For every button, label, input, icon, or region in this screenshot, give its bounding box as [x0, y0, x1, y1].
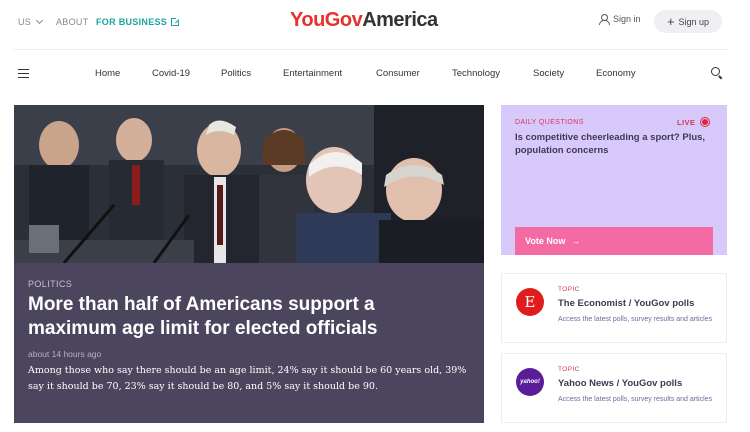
- vote-now-button[interactable]: Vote Now →: [515, 227, 713, 255]
- hearing-photo: [14, 105, 484, 263]
- hero-article[interactable]: POLITICS More than half of Americans sup…: [14, 105, 484, 423]
- hero-text-panel: POLITICS More than half of Americans sup…: [14, 263, 484, 423]
- search-icon[interactable]: [711, 67, 723, 79]
- nav-item-politics[interactable]: Politics: [221, 68, 251, 79]
- for-business-label: FOR BUSINESS: [96, 17, 168, 27]
- sign-in-label: Sign in: [613, 14, 641, 24]
- vote-now-label: Vote Now: [525, 236, 566, 246]
- yahoo-logo: yahoo!: [516, 368, 544, 396]
- topic-card-economist[interactable]: E TOPIC The Economist / YouGov polls Acc…: [501, 273, 727, 343]
- daily-questions-card[interactable]: DAILY QUESTIONS LIVE Is competitive chee…: [501, 105, 727, 255]
- site-logo[interactable]: YouGovAmerica: [290, 9, 438, 32]
- region-selector[interactable]: US: [18, 16, 44, 27]
- nav-item-economy[interactable]: Economy: [596, 68, 636, 79]
- topic-title[interactable]: Yahoo News / YouGov polls: [558, 378, 682, 389]
- sign-up-label: Sign up: [678, 16, 710, 27]
- hero-title[interactable]: More than half of Americans support a ma…: [28, 293, 448, 341]
- about-link[interactable]: ABOUT: [56, 17, 89, 27]
- nav-item-society[interactable]: Society: [533, 68, 564, 79]
- nav-item-consumer[interactable]: Consumer: [376, 68, 420, 79]
- nav-item-home[interactable]: Home: [95, 68, 120, 79]
- topic-description: Access the latest polls, survey results …: [558, 396, 713, 403]
- live-badge: LIVE: [677, 117, 711, 127]
- hamburger-menu-icon[interactable]: [18, 69, 29, 78]
- region-label: US: [18, 17, 32, 27]
- nav-item-technology[interactable]: Technology: [452, 68, 500, 79]
- hero-summary: Among those who say there should be an a…: [28, 365, 467, 392]
- sign-up-button[interactable]: + Sign up: [654, 10, 722, 33]
- daily-question[interactable]: Is competitive cheerleading a sport? Plu…: [515, 131, 715, 157]
- daily-questions-label: DAILY QUESTIONS: [515, 119, 584, 126]
- top-bar: US ABOUT FOR BUSINESS YouGovAmerica Sign…: [0, 0, 750, 46]
- logo-yougov: YouGov: [290, 9, 363, 31]
- logo-america: America: [362, 9, 438, 31]
- topic-title[interactable]: The Economist / YouGov polls: [558, 298, 694, 309]
- hero-category[interactable]: POLITICS: [28, 279, 72, 289]
- sign-in-button[interactable]: Sign in: [599, 14, 641, 25]
- topic-card-yahoo[interactable]: yahoo! TOPIC Yahoo News / YouGov polls A…: [501, 353, 727, 423]
- chevron-down-icon: [36, 16, 44, 25]
- arrow-right-icon: →: [571, 236, 581, 246]
- topic-label: TOPIC: [558, 366, 580, 373]
- economist-logo: E: [516, 288, 544, 316]
- user-icon: [599, 14, 610, 25]
- plus-icon: +: [666, 14, 675, 29]
- live-label: LIVE: [677, 117, 696, 127]
- nav-item-entertainment[interactable]: Entertainment: [283, 68, 342, 79]
- header-divider: [14, 49, 728, 50]
- nav-item-covid[interactable]: Covid-19: [152, 68, 190, 79]
- topic-description: Access the latest polls, survey results …: [558, 316, 713, 323]
- external-link-icon: [171, 17, 181, 26]
- live-dot-icon: [700, 117, 711, 127]
- topic-label: TOPIC: [558, 286, 580, 293]
- hero-image: [14, 105, 484, 263]
- hero-timestamp: about 14 hours ago: [28, 349, 102, 359]
- for-business-link[interactable]: FOR BUSINESS: [96, 17, 181, 27]
- main-nav: Home Covid-19 Politics Entertainment Con…: [0, 62, 750, 86]
